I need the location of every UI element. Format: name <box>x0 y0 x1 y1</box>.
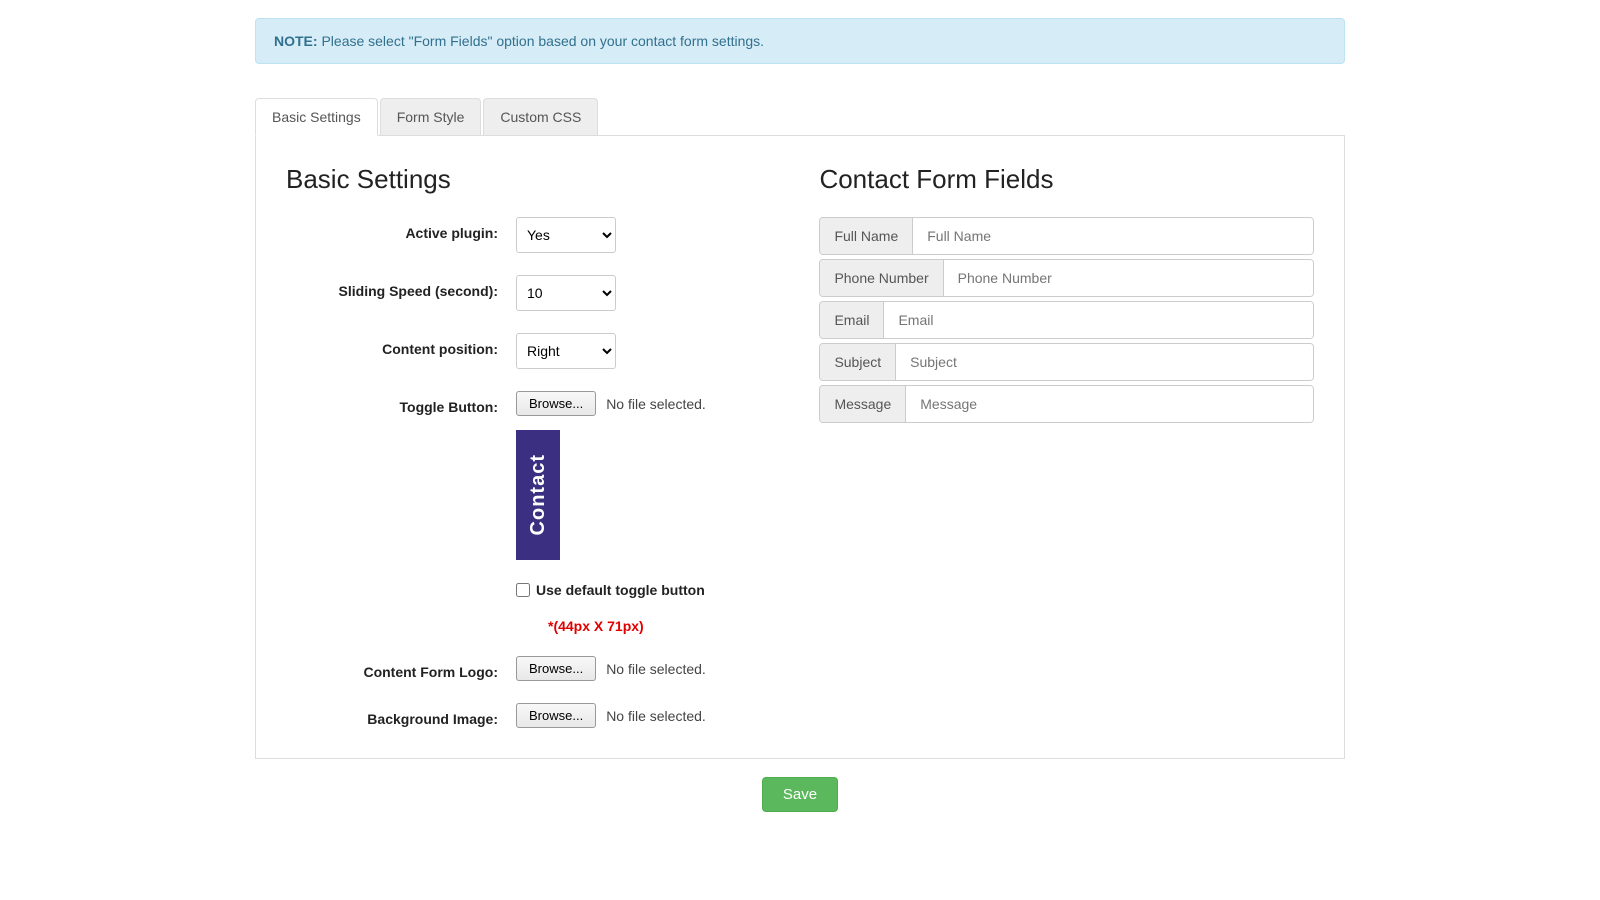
bg-file-status: No file selected. <box>606 708 706 724</box>
field-message: Message <box>819 385 1314 423</box>
toggle-button-label: Toggle Button: <box>286 391 516 415</box>
logo-browse-button[interactable]: Browse... <box>516 656 596 681</box>
addon-phone: Phone Number <box>820 260 943 296</box>
info-alert: NOTE: Please select "Form Fields" option… <box>255 18 1345 64</box>
use-default-toggle-label: Use default toggle button <box>536 582 705 598</box>
input-message[interactable] <box>906 386 1313 422</box>
toggle-file-status: No file selected. <box>606 396 706 412</box>
addon-email: Email <box>820 302 884 338</box>
input-subject[interactable] <box>896 344 1313 380</box>
input-phone[interactable] <box>944 260 1313 296</box>
save-button[interactable]: Save <box>762 777 838 812</box>
bg-label: Background Image: <box>286 703 516 727</box>
field-phone: Phone Number <box>819 259 1314 297</box>
toggle-dimensions-note: *(44px X 71px) <box>516 618 779 634</box>
content-position-label: Content position: <box>286 333 516 357</box>
tabs: Basic Settings Form Style Custom CSS <box>255 97 1345 136</box>
addon-subject: Subject <box>820 344 896 380</box>
basic-settings-title: Basic Settings <box>286 164 779 195</box>
field-email: Email <box>819 301 1314 339</box>
tab-content: Basic Settings Active plugin: Yes Slidin… <box>255 136 1345 759</box>
active-plugin-label: Active plugin: <box>286 217 516 241</box>
contact-fields-title: Contact Form Fields <box>819 164 1314 195</box>
bg-browse-button[interactable]: Browse... <box>516 703 596 728</box>
use-default-toggle-row[interactable]: Use default toggle button <box>516 582 779 598</box>
note-text: Please select "Form Fields" option based… <box>321 33 764 49</box>
field-full-name: Full Name <box>819 217 1314 255</box>
tab-basic-settings[interactable]: Basic Settings <box>255 98 378 136</box>
toggle-preview-image: Contact <box>516 430 560 560</box>
input-email[interactable] <box>884 302 1313 338</box>
field-subject: Subject <box>819 343 1314 381</box>
content-position-select[interactable]: Right <box>516 333 616 369</box>
addon-full-name: Full Name <box>820 218 913 254</box>
toggle-browse-button[interactable]: Browse... <box>516 391 596 416</box>
addon-message: Message <box>820 386 906 422</box>
tab-custom-css[interactable]: Custom CSS <box>483 98 598 136</box>
input-full-name[interactable] <box>913 218 1313 254</box>
sliding-speed-select[interactable]: 10 <box>516 275 616 311</box>
logo-label: Content Form Logo: <box>286 656 516 680</box>
logo-file-status: No file selected. <box>606 661 706 677</box>
use-default-toggle-checkbox[interactable] <box>516 583 530 597</box>
note-prefix: NOTE: <box>274 33 318 49</box>
tab-form-style[interactable]: Form Style <box>380 98 482 136</box>
sliding-speed-label: Sliding Speed (second): <box>286 275 516 299</box>
toggle-preview-text: Contact <box>527 454 550 535</box>
active-plugin-select[interactable]: Yes <box>516 217 616 253</box>
